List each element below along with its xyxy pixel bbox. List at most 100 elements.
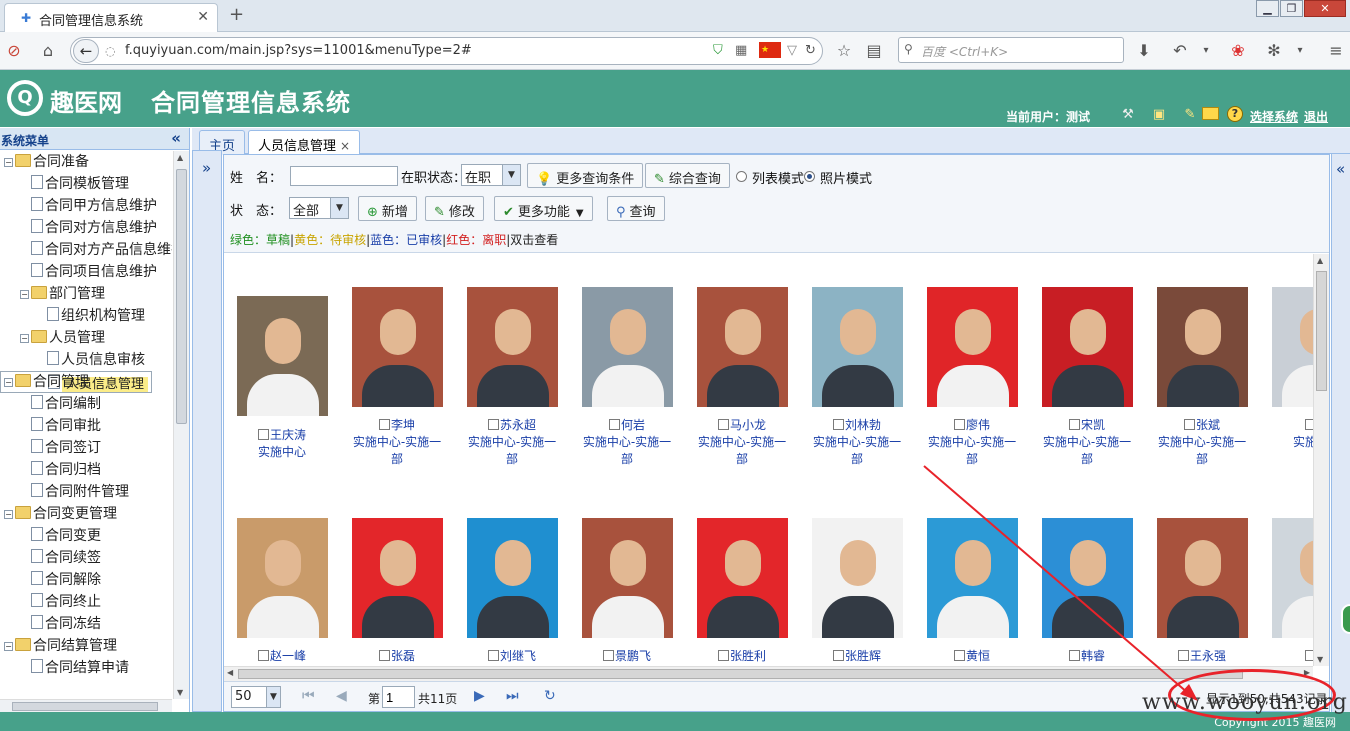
sidebar-item[interactable]: 合同项目信息维护 <box>0 261 172 283</box>
person-photo[interactable] <box>467 518 558 638</box>
select-checkbox[interactable] <box>602 650 614 661</box>
bookmark-star-icon[interactable]: ☆ <box>834 41 854 61</box>
scroll-down-icon[interactable]: ▼ <box>1317 655 1323 664</box>
address-bar[interactable]: ← ◌ f.quyiyuan.com/main.jsp?sys=11001&me… <box>70 37 823 65</box>
person-photo[interactable] <box>1157 518 1248 638</box>
select-checkbox[interactable] <box>257 429 269 440</box>
browser-tab[interactable]: ✚ 合同管理信息系统 ✕ <box>4 3 218 32</box>
person-name[interactable]: 张胜利 <box>730 649 766 663</box>
scroll-up-icon[interactable]: ▲ <box>177 153 183 162</box>
collapse-node-icon[interactable]: − <box>4 378 13 387</box>
person-photo[interactable] <box>467 287 558 407</box>
select-checkbox[interactable] <box>378 419 390 430</box>
home-icon[interactable]: ⌂ <box>38 41 58 61</box>
sidebar-item[interactable]: − 部门管理 <box>0 283 172 305</box>
settings-tool-icon[interactable]: ⚒ <box>1118 106 1138 124</box>
list-mode-radio[interactable] <box>736 171 747 182</box>
person-photo[interactable] <box>697 287 788 407</box>
back-button[interactable]: ← <box>73 39 99 63</box>
person-photo[interactable] <box>582 287 673 407</box>
sidebar-item[interactable]: − 合同结算管理 <box>0 635 172 657</box>
add-button[interactable]: ⊕ 新增 <box>358 196 417 221</box>
person-name[interactable]: 韩睿 <box>1081 649 1105 663</box>
notes-icon[interactable]: ▣ <box>1149 106 1169 124</box>
sidebar-item[interactable]: − 合同管理 <box>0 371 172 393</box>
extension-icon[interactable]: ❀ <box>1228 41 1248 61</box>
hscroll-thumb[interactable] <box>12 702 158 711</box>
person-photo[interactable] <box>1272 287 1313 407</box>
tab-close-icon[interactable]: ✕ <box>197 9 209 25</box>
maximize-button[interactable]: ❐ <box>1280 0 1303 17</box>
more-functions-button[interactable]: ✔ 更多功能 ▼ <box>494 196 593 221</box>
page-info-icon[interactable]: ◌ <box>105 44 115 58</box>
gallery-hscroll-thumb[interactable] <box>238 669 1243 679</box>
photo-mode-radio[interactable] <box>804 171 815 182</box>
gallery-scroll-thumb[interactable] <box>1316 271 1327 391</box>
name-input[interactable] <box>290 166 398 186</box>
sidebar-item[interactable]: 合同附件管理 <box>0 481 172 503</box>
person-photo[interactable] <box>237 518 328 638</box>
select-checkbox[interactable] <box>1304 650 1313 661</box>
select-checkbox[interactable] <box>953 650 965 661</box>
person-photo[interactable] <box>1157 287 1248 407</box>
person-name[interactable]: 何岩 <box>621 418 645 432</box>
collapse-node-icon[interactable]: − <box>20 290 29 299</box>
search-box[interactable]: ⚲ 百度 <Ctrl+K> <box>898 37 1124 63</box>
sidebar-item[interactable]: 合同变更 <box>0 525 172 547</box>
help-icon[interactable]: ? <box>1227 106 1243 122</box>
sidebar-item[interactable]: 合同对方信息维护 <box>0 217 172 239</box>
sidebar-item[interactable]: 合同甲方信息维护 <box>0 195 172 217</box>
reading-list-icon[interactable]: ▤ <box>864 41 884 61</box>
edit-note-icon[interactable]: ✎ <box>1180 106 1200 124</box>
sidebar-vertical-scrollbar[interactable]: ▲ ▼ <box>173 151 189 699</box>
page-size-select[interactable]: 50 ▼ <box>231 686 281 708</box>
person-photo[interactable] <box>812 518 903 638</box>
sidebar-item[interactable]: 合同对方产品信息维护 <box>0 239 172 261</box>
select-checkbox[interactable] <box>487 650 499 661</box>
person-name[interactable]: 黄恒 <box>966 649 990 663</box>
sidebar-item[interactable]: − 合同准备 <box>0 151 172 173</box>
collapse-node-icon[interactable]: − <box>4 158 13 167</box>
select-checkbox[interactable] <box>832 419 844 430</box>
first-page-icon[interactable]: ⏮ <box>302 688 315 704</box>
sidebar-item[interactable]: − 合同变更管理 <box>0 503 172 525</box>
window-close-button[interactable]: ✕ <box>1304 0 1346 17</box>
select-checkbox[interactable] <box>487 419 499 430</box>
gallery-vertical-scrollbar[interactable]: ▲ ▼ <box>1313 254 1329 666</box>
expand-right-icon[interactable]: « <box>1336 160 1345 178</box>
select-checkbox[interactable] <box>832 650 844 661</box>
more-conditions-button[interactable]: 💡 更多查询条件 <box>527 163 644 188</box>
person-photo[interactable] <box>697 518 788 638</box>
shield-icon[interactable]: ⛉ <box>713 43 723 58</box>
sidebar-item[interactable]: 合同结算申请 <box>0 657 172 679</box>
select-checkbox[interactable] <box>717 650 729 661</box>
sidebar-item[interactable]: 合同模板管理 <box>0 173 172 195</box>
scroll-down-icon[interactable]: ▼ <box>177 688 183 697</box>
person-name[interactable]: 宋凯 <box>1081 418 1105 432</box>
sidebar-item[interactable]: − 人员管理 <box>0 327 172 349</box>
scroll-up-icon[interactable]: ▲ <box>1317 256 1323 265</box>
person-photo[interactable] <box>352 518 443 638</box>
person-name[interactable]: 张磊 <box>391 649 415 663</box>
person-name[interactable]: 马小龙 <box>730 418 766 432</box>
select-checkbox[interactable] <box>1177 650 1189 661</box>
left-expand-gutter[interactable]: » <box>192 150 222 712</box>
edit-button[interactable]: ✎ 修改 <box>425 196 484 221</box>
sidebar-item[interactable]: 组织机构管理 <box>0 305 172 327</box>
addon-icon[interactable]: ✻ <box>1264 41 1284 61</box>
undo-icon[interactable]: ↶ <box>1170 41 1190 61</box>
select-system-link[interactable]: 选择系统 <box>1250 110 1298 124</box>
person-name[interactable]: 李坤 <box>391 418 415 432</box>
select-checkbox[interactable] <box>608 419 620 430</box>
addon-dropdown-icon[interactable]: ▾ <box>1290 41 1310 61</box>
person-photo[interactable] <box>812 287 903 407</box>
floating-widget-icon[interactable] <box>1341 604 1350 634</box>
select-checkbox[interactable] <box>953 419 965 430</box>
person-name[interactable]: 刘林勃 <box>845 418 881 432</box>
new-tab-button[interactable]: + <box>229 4 244 25</box>
undo-dropdown-icon[interactable]: ▾ <box>1196 41 1216 61</box>
person-photo[interactable] <box>1272 518 1313 638</box>
person-name[interactable]: 王庆涛 <box>270 428 306 442</box>
sidebar-item[interactable]: 合同签订 <box>0 437 172 459</box>
person-photo[interactable] <box>237 296 328 416</box>
